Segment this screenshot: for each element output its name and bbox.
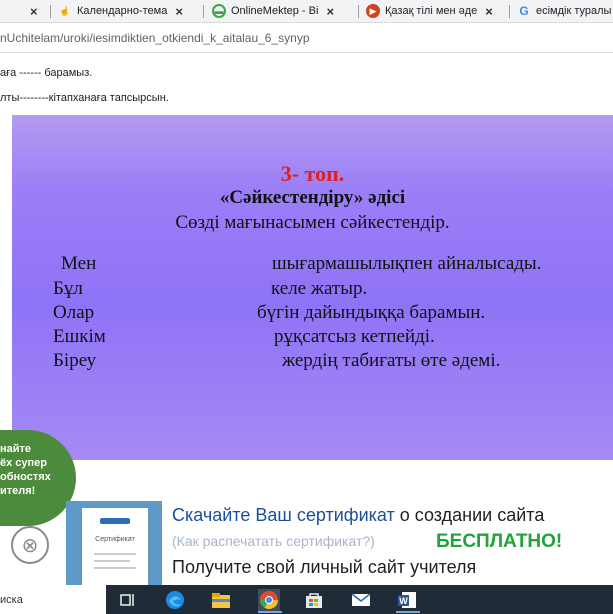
download-certificate-link-text[interactable]: Скачайте Ваш сертификат [172,505,395,525]
hand-favicon-icon: ☝ [59,5,71,16]
close-circle-icon[interactable]: ⊗ [11,526,49,564]
tab-label: Календарно-тема [77,5,168,17]
right-phrase: келе жатыр. [271,278,368,299]
video-favicon-icon: ▶ [366,4,380,18]
address-bar[interactable]: nUchitelam/uroki/iesimdiktien_otkiendi_k… [0,23,613,53]
url-text[interactable]: nUchitelam/uroki/iesimdiktien_otkiendi_k… [0,31,310,45]
taskbar-search-label[interactable]: иска [0,594,23,606]
right-phrase: шығармашылықпен айналысады. [272,253,542,274]
free-label: БЕСПЛАТНО! [436,531,563,552]
tab-separator [509,5,510,18]
lesson-slide: 3- топ. «Сәйкестендіру» әдісі Сөзді мағы… [12,115,613,460]
tab-kazak-tili[interactable]: ▶ Қазақ тілі мен әде × [366,0,504,22]
task-view-icon[interactable] [117,589,139,611]
certificate-line [94,553,136,555]
certificate-label: Сертификат [95,536,135,543]
left-word: Біреу [53,350,97,371]
slide-method-title: «Сәйкестендіру» әдісі [219,187,406,208]
certificate-line [94,560,130,562]
exercise-line-2: лты--------кітапханаға тапсырсын. [0,92,169,104]
edge-icon[interactable] [164,589,186,611]
how-to-print-link[interactable]: (Как распечатать сертификат?) [172,533,375,549]
certificate-image[interactable]: Сертификат [82,508,148,585]
certificate-logo [100,518,130,524]
certificate-line [94,567,136,569]
tab-label: OnlineMektep - Ві [231,5,319,17]
right-phrase: жердің табиғаты өте әдемі. [282,350,501,371]
download-certificate-link[interactable]: Скачайте Ваш сертификат о создании сайта [172,505,544,526]
download-certificate-tail: о создании сайта [394,505,545,525]
svg-text:W: W [399,596,408,606]
store-icon[interactable] [303,589,325,611]
taskbar-search-box[interactable]: иска [0,585,106,614]
tab-label: есімдік туралы [536,5,612,17]
word-icon[interactable]: W [396,589,418,611]
tab-google-search[interactable]: G есімдік туралы [517,0,613,22]
right-phrase: бүгін дайындыққа барамын. [257,302,486,323]
left-word: Олар [53,302,95,323]
close-icon[interactable]: × [326,4,334,19]
close-icon[interactable]: × [485,4,493,19]
get-teacher-site-text[interactable]: Получите свой личный сайт учителя [172,557,476,578]
tab-separator [203,5,204,18]
left-word: Мен [61,253,97,274]
slide-heading: 3- топ. [280,161,345,186]
word-active-indicator [396,611,420,613]
file-explorer-icon[interactable] [210,589,232,611]
exercise-line-1: аға ------ барамыз. [0,67,93,79]
chrome-active-indicator [258,611,282,613]
chrome-icon[interactable] [258,589,280,611]
right-phrase: рұқсатсыз кетпейді. [274,326,435,347]
close-circle-glyph[interactable]: ⊗ [22,533,39,558]
tab-onlinemektep[interactable]: ▬ OnlineMektep - Ві × [212,0,352,22]
tab-separator [358,5,359,18]
mail-icon[interactable] [350,589,372,611]
promo-badge-text[interactable]: найте ёх супер обностях ителя! [0,442,76,498]
left-word: Бұл [53,278,83,299]
tab-label: Қазақ тілі мен әде [385,5,478,17]
tab-kalendarno[interactable]: ☝ Календарно-тема × [58,0,198,22]
slide-instruction: Сөзді мағынасымен сәйкестендір. [175,212,450,233]
tab-close-button-0[interactable]: × [30,0,38,22]
tab-separator [50,5,51,18]
close-icon[interactable]: × [30,4,38,19]
google-favicon-icon: G [519,4,529,18]
left-word: Ешкім [53,326,106,347]
close-icon[interactable]: × [175,4,183,19]
onlinemektep-favicon-icon: ▬ [212,4,226,18]
